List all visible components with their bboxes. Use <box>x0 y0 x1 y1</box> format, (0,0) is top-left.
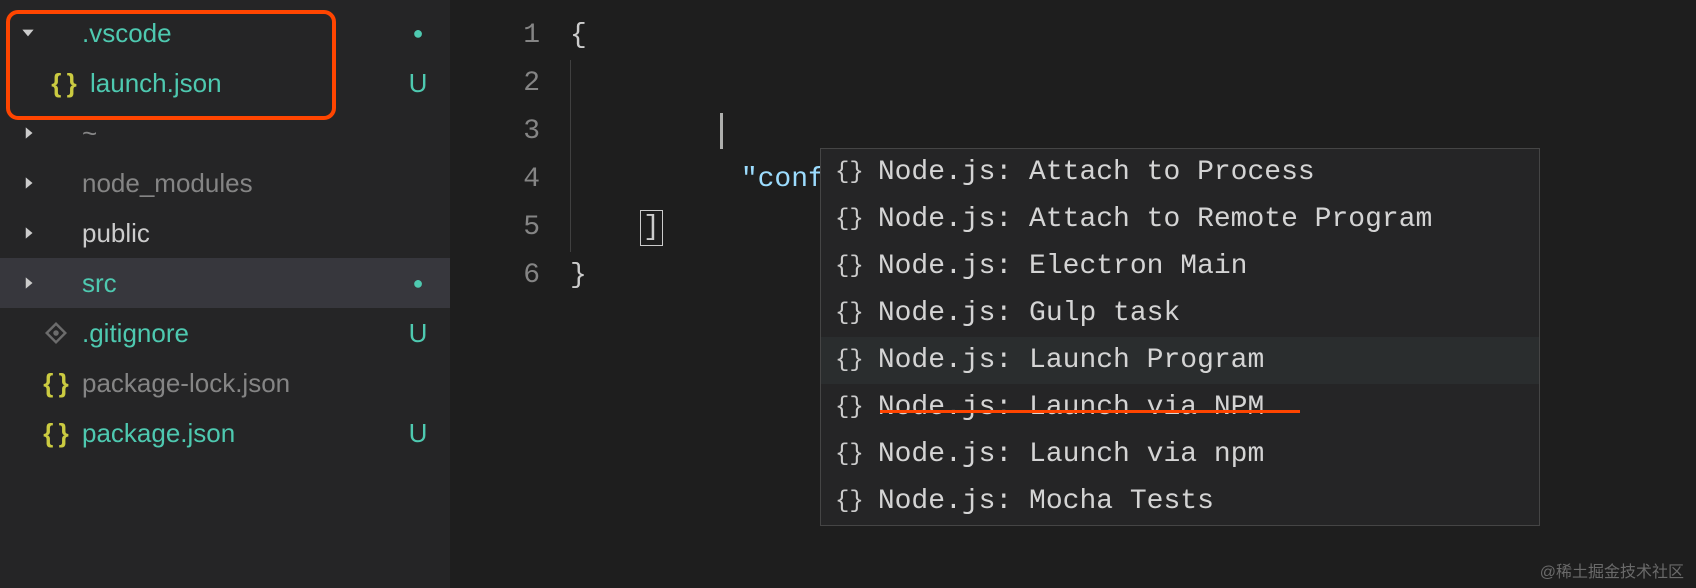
git-status-badge: U <box>398 318 438 349</box>
line-number: 3 <box>450 108 540 156</box>
chevron-down-icon[interactable] <box>16 24 40 42</box>
tree-file[interactable]: .gitignoreU <box>0 308 450 358</box>
suggest-label: Node.js: Electron Main <box>878 251 1248 282</box>
json-file-icon: { } <box>48 68 80 99</box>
tree-item-label: .vscode <box>82 18 398 49</box>
code-brace-open: { <box>570 20 587 51</box>
suggest-item[interactable]: {} Node.js: Launch Program <box>821 337 1539 384</box>
line-number: 1 <box>450 12 540 60</box>
tree-file[interactable]: { } package.jsonU <box>0 408 450 458</box>
suggest-label: Node.js: Gulp task <box>878 298 1180 329</box>
snippet-icon: {} <box>835 253 864 280</box>
git-status-badge: ● <box>398 273 438 294</box>
snippet-icon: {} <box>835 394 864 421</box>
suggest-label: Node.js: Mocha Tests <box>878 486 1214 517</box>
tree-folder[interactable]: src● <box>0 258 450 308</box>
chevron-right-icon[interactable] <box>16 174 40 192</box>
tree-item-label: package-lock.json <box>82 368 398 399</box>
suggest-item[interactable]: {} Node.js: Attach to Remote Program <box>821 196 1539 243</box>
tree-item-label: public <box>82 218 398 249</box>
snippet-icon: {} <box>835 347 864 374</box>
tree-item-label: src <box>82 268 398 299</box>
intellisense-suggest-widget[interactable]: {} Node.js: Attach to Process {} Node.js: A… <box>820 148 1540 526</box>
line-number: 6 <box>450 252 540 300</box>
snippet-icon: {} <box>835 441 864 468</box>
snippet-icon: {} <box>835 206 864 233</box>
line-number: 5 <box>450 204 540 252</box>
snippet-icon: {} <box>835 159 864 186</box>
tree-item-label: package.json <box>82 418 398 449</box>
tree-item-label: ~ <box>82 118 398 149</box>
tree-item-label: .gitignore <box>82 318 398 349</box>
suggest-item[interactable]: {} Node.js: Launch via npm <box>821 431 1539 478</box>
suggest-label: Node.js: Launch via NPM <box>878 392 1264 423</box>
tree-folder[interactable]: public <box>0 208 450 258</box>
git-status-badge: U <box>398 68 438 99</box>
git-status-badge: ● <box>398 23 438 44</box>
suggest-label: Node.js: Launch Program <box>878 345 1264 376</box>
snippet-icon: {} <box>835 488 864 515</box>
suggest-item[interactable]: {} Node.js: Electron Main <box>821 243 1539 290</box>
git-status-badge: U <box>398 418 438 449</box>
suggest-item[interactable]: {} Node.js: Launch via NPM <box>821 384 1539 431</box>
chevron-right-icon[interactable] <box>16 274 40 292</box>
suggest-label: Node.js: Launch via npm <box>878 439 1264 470</box>
file-explorer: .vscode●{ }launch.jsonU~node_modulespubl… <box>0 0 450 588</box>
suggest-label: Node.js: Attach to Process <box>878 157 1315 188</box>
chevron-right-icon[interactable] <box>16 224 40 242</box>
git-file-icon <box>40 322 72 344</box>
line-number-gutter: 1 2 3 4 5 6 <box>450 0 570 588</box>
snippet-icon: {} <box>835 300 864 327</box>
json-file-icon: { } <box>40 368 72 399</box>
tree-folder[interactable]: ~ <box>0 108 450 158</box>
json-file-icon: { } <box>40 418 72 449</box>
suggest-item[interactable]: {} Node.js: Mocha Tests <box>821 478 1539 525</box>
tree-folder[interactable]: node_modules <box>0 158 450 208</box>
suggest-item[interactable]: {} Node.js: Gulp task <box>821 290 1539 337</box>
line-number: 2 <box>450 60 540 108</box>
annotation-underline <box>880 410 1300 413</box>
watermark-text: @稀土掘金技术社区 <box>1540 558 1684 582</box>
code-brace-close: } <box>570 260 587 291</box>
tree-item-label: node_modules <box>82 168 398 199</box>
suggest-item[interactable]: {} Node.js: Attach to Process <box>821 149 1539 196</box>
line-number: 4 <box>450 156 540 204</box>
code-bracket-close: ] <box>640 210 663 246</box>
chevron-right-icon[interactable] <box>16 124 40 142</box>
text-cursor <box>720 113 723 149</box>
tree-file[interactable]: { } launch.jsonU <box>0 58 450 108</box>
tree-file[interactable]: { } package-lock.json <box>0 358 450 408</box>
suggest-label: Node.js: Attach to Remote Program <box>878 204 1433 235</box>
tree-item-label: launch.json <box>90 68 398 99</box>
tree-folder[interactable]: .vscode● <box>0 8 450 58</box>
